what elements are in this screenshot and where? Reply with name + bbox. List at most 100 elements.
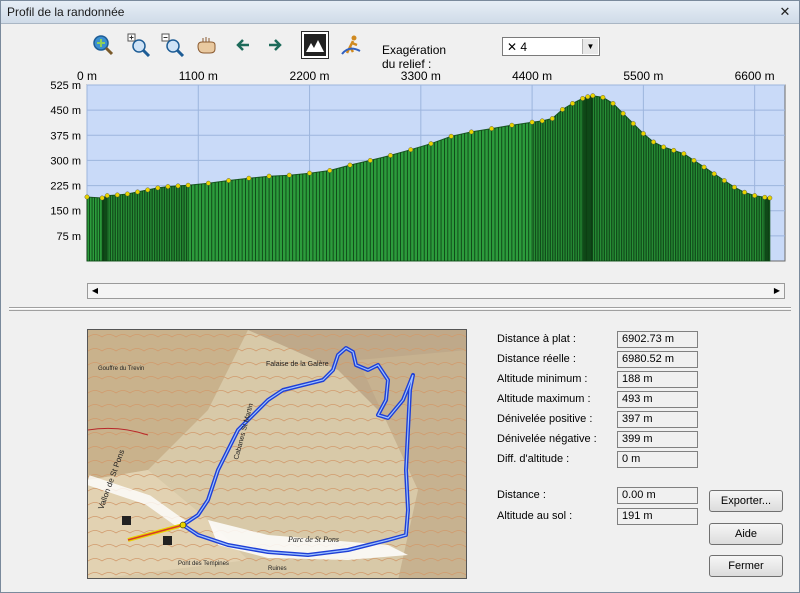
data-point xyxy=(762,194,768,200)
y-tick-label: 300 m xyxy=(50,155,81,167)
data-point xyxy=(549,116,555,121)
stat-value: 399 m xyxy=(617,431,698,448)
stat-value: 493 m xyxy=(617,391,698,408)
data-point xyxy=(580,96,586,101)
x-tick-label: 3300 m xyxy=(401,69,441,83)
close-icon[interactable]: ✕ xyxy=(777,4,793,19)
data-point xyxy=(286,172,292,178)
data-point xyxy=(509,122,515,128)
data-point xyxy=(428,141,434,147)
data-point xyxy=(307,170,312,176)
y-tick-label: 150 m xyxy=(50,206,81,218)
chevron-down-icon[interactable]: ▼ xyxy=(582,39,598,54)
data-point xyxy=(408,147,414,153)
pan-button[interactable] xyxy=(193,31,221,59)
data-point xyxy=(742,189,747,195)
data-point xyxy=(226,178,232,183)
y-tick-label: 525 m xyxy=(50,80,81,92)
walker-button[interactable] xyxy=(337,31,365,59)
data-point xyxy=(84,194,90,200)
scroll-left-icon[interactable]: ◀ xyxy=(88,284,102,298)
svg-text:Parc de St Pons: Parc de St Pons xyxy=(287,535,339,544)
export-button[interactable]: Exporter... xyxy=(709,490,783,512)
data-point xyxy=(185,182,191,188)
arrow-left-icon xyxy=(236,39,249,51)
relief-mountain-icon xyxy=(304,34,326,56)
data-point xyxy=(99,195,105,201)
route-map[interactable]: Falaise de la Galère Parc de St Pons Cab… xyxy=(87,329,467,579)
zoom-out-icon xyxy=(161,33,185,57)
stat-label: Diff. d'altitude : xyxy=(497,453,570,465)
zoom-fit-icon xyxy=(93,35,114,56)
stat-label: Dénivelée positive : xyxy=(497,413,593,425)
cursor-label: Distance : xyxy=(497,489,546,501)
data-point xyxy=(701,164,707,170)
divider xyxy=(9,310,791,311)
y-tick-label: 75 m xyxy=(57,231,81,243)
data-point xyxy=(469,129,474,135)
stat-value: 188 m xyxy=(617,371,698,388)
cursor-label: Altitude au sol : xyxy=(497,510,573,522)
data-point xyxy=(570,101,575,106)
profile-scrollbar[interactable]: ◀ ▶ xyxy=(87,283,785,299)
data-point xyxy=(539,118,545,124)
data-point xyxy=(560,107,565,112)
data-point xyxy=(347,162,353,168)
data-point xyxy=(448,133,454,139)
x-tick-label: 1100 m xyxy=(179,69,218,83)
stat-value: 397 m xyxy=(617,411,698,428)
data-point xyxy=(681,151,687,157)
zoom-in-button[interactable] xyxy=(125,31,153,59)
zoom-fit-button[interactable] xyxy=(89,31,117,59)
next-button[interactable] xyxy=(261,31,289,59)
data-point xyxy=(590,93,596,99)
stat-label: Distance à plat : xyxy=(497,333,576,345)
x-tick-label: 2200 m xyxy=(290,69,330,83)
help-button[interactable]: Aide xyxy=(709,523,783,545)
data-point xyxy=(155,185,161,191)
data-point xyxy=(266,173,272,179)
relief-select[interactable]: ✕ 4 ▼ xyxy=(502,37,600,56)
stat-value: 6980.52 m xyxy=(617,351,698,368)
relief-toggle-button[interactable] xyxy=(301,31,329,59)
title-bar: Profil de la randonnée ✕ xyxy=(1,1,799,24)
svg-text:Falaise de la Galère: Falaise de la Galère xyxy=(266,361,329,368)
svg-text:Gouffre du Trevin: Gouffre du Trevin xyxy=(98,366,144,372)
svg-text:Ruines: Ruines xyxy=(268,566,287,572)
stat-label: Altitude minimum : xyxy=(497,373,588,385)
x-tick-label: 4400 m xyxy=(512,69,552,83)
stat-value: 6902.73 m xyxy=(617,331,698,348)
data-point xyxy=(125,191,130,197)
data-point xyxy=(671,147,677,153)
scroll-right-icon[interactable]: ▶ xyxy=(770,284,784,298)
data-point xyxy=(732,184,737,190)
elevation-profile-chart[interactable]: 0 m 1100 m 2200 m 3300 m 4400 m 5500 m 6600 m5… xyxy=(9,65,791,281)
data-point xyxy=(246,175,252,181)
data-point xyxy=(630,121,636,126)
previous-button[interactable] xyxy=(229,31,257,59)
y-tick-label: 450 m xyxy=(50,105,81,117)
data-point xyxy=(367,158,373,163)
data-point xyxy=(114,192,120,198)
cursor-value: 191 m xyxy=(617,508,698,525)
y-tick-label: 225 m xyxy=(50,181,81,193)
parking-icon xyxy=(163,536,172,545)
window-title: Profil de la randonnée xyxy=(7,5,125,19)
arrow-right-icon xyxy=(269,39,282,51)
pan-hand-icon xyxy=(197,37,216,54)
close-button[interactable]: Fermer xyxy=(709,555,783,577)
data-point xyxy=(205,180,211,186)
zoom-in-icon xyxy=(127,33,151,57)
x-tick-label: 6600 m xyxy=(735,69,775,83)
data-point xyxy=(175,183,181,189)
zoom-out-button[interactable] xyxy=(159,31,187,59)
topographic-map: Falaise de la Galère Parc de St Pons Cab… xyxy=(88,330,466,578)
stat-label: Dénivelée négative : xyxy=(497,433,597,445)
profile-window: Profil de la randonnée ✕ Exagération du … xyxy=(0,0,800,593)
data-point xyxy=(661,144,667,150)
data-point xyxy=(610,101,616,106)
data-point xyxy=(104,193,110,199)
x-tick-label: 5500 m xyxy=(623,69,663,83)
data-point xyxy=(691,158,697,163)
stat-label: Distance réelle : xyxy=(497,353,576,365)
